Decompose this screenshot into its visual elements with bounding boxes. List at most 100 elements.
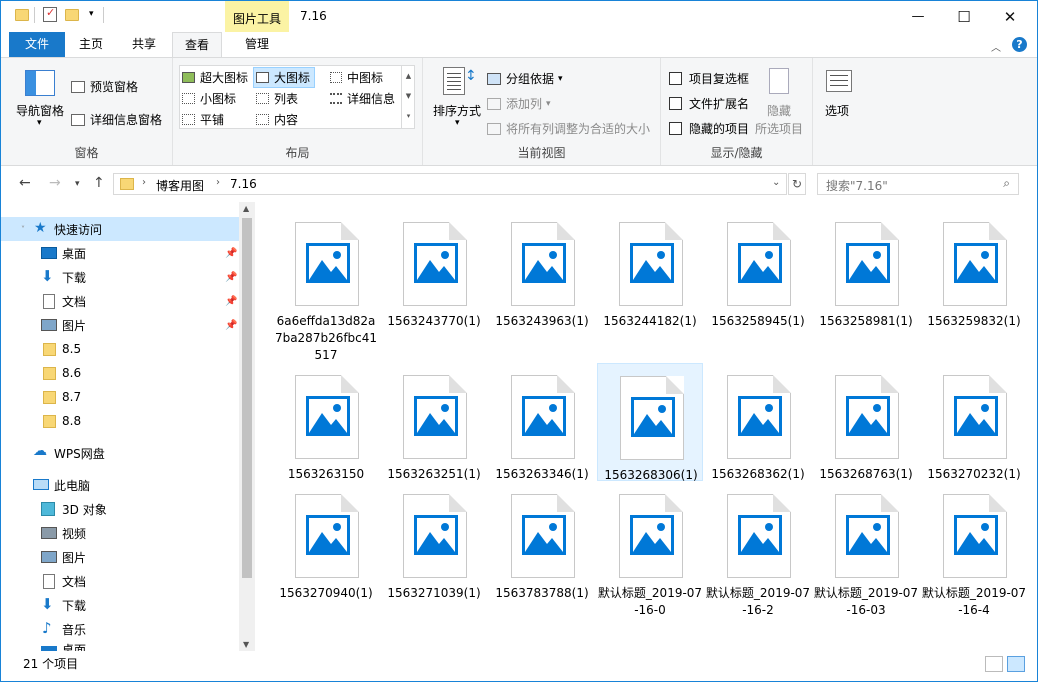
add-columns-button[interactable]: 添加列 ▾ [487, 95, 551, 112]
layout-content[interactable]: 内容 [256, 111, 298, 128]
sidebar-item-pc-desktop[interactable]: 桌面 [1, 641, 239, 651]
tab-share[interactable]: 共享 [123, 32, 165, 57]
recent-locations-chevron-icon[interactable]: ▾ [75, 179, 80, 189]
properties-icon[interactable]: ✓ [43, 6, 57, 22]
chevron-down-icon[interactable]: ▾ [455, 118, 460, 128]
hide-selected-button-line2[interactable]: 所选项目 [755, 120, 803, 137]
help-icon[interactable]: ? [1012, 37, 1027, 52]
pin-icon[interactable]: 📌 [225, 320, 237, 331]
hidden-items-checkbox[interactable] [669, 122, 682, 135]
file-item[interactable]: 1563258945(1) [705, 210, 811, 362]
preview-pane-button[interactable]: 预览窗格 [71, 78, 138, 95]
sidebar-item-folder-8-7[interactable]: 8.7 [1, 385, 239, 409]
up-arrow-icon[interactable]: ↑ [93, 175, 105, 191]
close-button[interactable]: ✕ [987, 1, 1033, 32]
customize-quick-access-icon[interactable]: ▾ [89, 9, 94, 19]
tab-manage[interactable]: 管理 [225, 32, 289, 57]
sidebar-item-music[interactable]: ♪ 音乐 [1, 617, 239, 641]
sidebar-item-folder-8-6[interactable]: 8.6 [1, 361, 239, 385]
file-extensions-label: 文件扩展名 [689, 97, 750, 111]
file-extensions-toggle[interactable]: 文件扩展名 [669, 95, 749, 112]
pin-icon[interactable]: 📌 [225, 296, 237, 307]
file-item[interactable]: 1563243963(1) [489, 210, 595, 362]
search-input[interactable]: 搜索"7.16" ⌕ [817, 173, 1019, 195]
breadcrumb-item[interactable]: 博客用图 [156, 177, 204, 194]
tab-home[interactable]: 主页 [71, 32, 111, 57]
address-history-chevron-icon[interactable]: ⌄ [772, 177, 780, 188]
file-item[interactable]: 1563244182(1) [597, 210, 703, 362]
scroll-up-icon[interactable]: ▲ [243, 204, 249, 213]
new-folder-icon[interactable] [65, 9, 79, 21]
minimize-button[interactable]: — [895, 1, 941, 32]
file-item[interactable]: 默认标题_2019-07-16-0 [597, 482, 703, 634]
file-item[interactable]: 1563258981(1) [813, 210, 919, 362]
file-item[interactable]: 默认标题_2019-07-16-4 [921, 482, 1027, 634]
file-view-scrollbar[interactable] [1025, 202, 1037, 651]
back-arrow-icon[interactable]: ← [19, 175, 31, 191]
layout-details[interactable]: 详细信息 [330, 90, 395, 107]
layout-small-icons[interactable]: 小图标 [182, 90, 236, 107]
file-view: 6a6effda13d82a7ba287b26fbc41517 156324377… [255, 202, 1037, 651]
breadcrumb-item[interactable]: 7.16 [230, 177, 257, 191]
layout-extra-large-icons[interactable]: 超大图标 [182, 69, 248, 86]
chevron-down-icon[interactable]: ▾ [37, 118, 42, 128]
hidden-items-toggle[interactable]: 隐藏的项目 [669, 120, 749, 137]
file-item[interactable]: 默认标题_2019-07-16-2 [705, 482, 811, 634]
sidebar-item-videos[interactable]: 视频 [1, 521, 239, 545]
fit-columns-button[interactable]: 将所有列调整为合适的大小 [487, 120, 650, 137]
sort-by-button[interactable]: 排序方式 [433, 102, 481, 119]
maximize-button[interactable]: ☐ [941, 1, 987, 32]
sidebar-item-pc-downloads[interactable]: ⬇ 下载 [1, 593, 239, 617]
layout-gallery-scroll[interactable]: ▲ ▼ ▾ [401, 66, 415, 128]
sidebar-item-folder-8-5[interactable]: 8.5 [1, 337, 239, 361]
file-item[interactable]: 1563270940(1) [273, 482, 379, 634]
file-item[interactable]: 6a6effda13d82a7ba287b26fbc41517 [273, 210, 379, 362]
sidebar-item-wps-cloud[interactable]: ☁ WPS网盘 [1, 441, 239, 465]
navigation-pane-button[interactable]: 导航窗格 [16, 102, 64, 119]
item-checkboxes-checkbox[interactable] [669, 72, 682, 85]
sidebar-item-desktop[interactable]: 桌面 📌 [1, 241, 239, 265]
details-pane-button[interactable]: 详细信息窗格 [71, 111, 162, 128]
sidebar-item-pc-pictures[interactable]: 图片 [1, 545, 239, 569]
file-item[interactable]: 1563259832(1) [921, 210, 1027, 362]
address-bar[interactable]: › 博客用图 › 7.16 ⌄ [113, 173, 787, 195]
sidebar-item-label: 8.8 [62, 414, 82, 428]
hide-selected-button[interactable]: 隐藏 [767, 102, 791, 119]
layout-large-icons[interactable]: 大图标 [253, 67, 316, 88]
options-button[interactable]: 选项 [825, 102, 849, 119]
tab-file[interactable]: 文件 [9, 32, 65, 57]
computer-icon [33, 479, 49, 490]
file-extensions-checkbox[interactable] [669, 97, 682, 110]
scroll-down-icon[interactable]: ▼ [243, 640, 249, 649]
layout-medium-icons[interactable]: 中图标 [330, 69, 383, 86]
sidebar-scrollbar-thumb[interactable] [242, 218, 252, 578]
sidebar-item-pictures[interactable]: 图片 📌 [1, 313, 239, 337]
collapse-ribbon-icon[interactable]: ︿ [991, 39, 1001, 54]
file-item[interactable]: 默认标题_2019-07-16-03 [813, 482, 919, 634]
item-checkboxes-toggle[interactable]: 项目复选框 [669, 70, 749, 87]
layout-tiles[interactable]: 平铺 [182, 111, 224, 128]
sidebar-item-downloads[interactable]: ⬇ 下载 📌 [1, 265, 239, 289]
details-view-icon[interactable] [985, 656, 1003, 672]
file-item[interactable]: 1563783788(1) [489, 482, 595, 634]
sidebar-item-3d-objects[interactable]: 3D 对象 [1, 497, 239, 521]
sidebar-item-pc-documents[interactable]: 文档 [1, 569, 239, 593]
pin-icon[interactable]: 📌 [225, 248, 237, 259]
medium-icons-icon [330, 72, 342, 83]
sidebar-item-this-pc[interactable]: 此电脑 [1, 473, 239, 497]
ribbon: 导航窗格 ▾ 预览窗格 详细信息窗格 窗格 超大图标 大图标 中图标 小图标 列… [1, 57, 1037, 166]
file-item[interactable]: 1563271039(1) [381, 482, 487, 634]
forward-arrow-icon[interactable]: → [49, 175, 61, 191]
sidebar-item-quick-access[interactable]: ˅ ★ 快速访问 [1, 217, 239, 241]
layout-list[interactable]: 列表 [256, 90, 298, 107]
sidebar-item-documents[interactable]: 文档 📌 [1, 289, 239, 313]
pin-icon[interactable]: 📌 [225, 272, 237, 283]
refresh-icon[interactable]: ↻ [788, 173, 806, 195]
sidebar-item-folder-8-8[interactable]: 8.8 [1, 409, 239, 433]
tab-view[interactable]: 查看 [172, 32, 222, 58]
large-icons-view-icon[interactable] [1007, 656, 1025, 672]
file-item[interactable]: 1563243770(1) [381, 210, 487, 362]
group-by-button[interactable]: 分组依据 ▾ [487, 70, 563, 87]
sidebar-item-label: 3D 对象 [62, 502, 107, 517]
file-item[interactable]: 1563268306(1) [597, 363, 703, 482]
